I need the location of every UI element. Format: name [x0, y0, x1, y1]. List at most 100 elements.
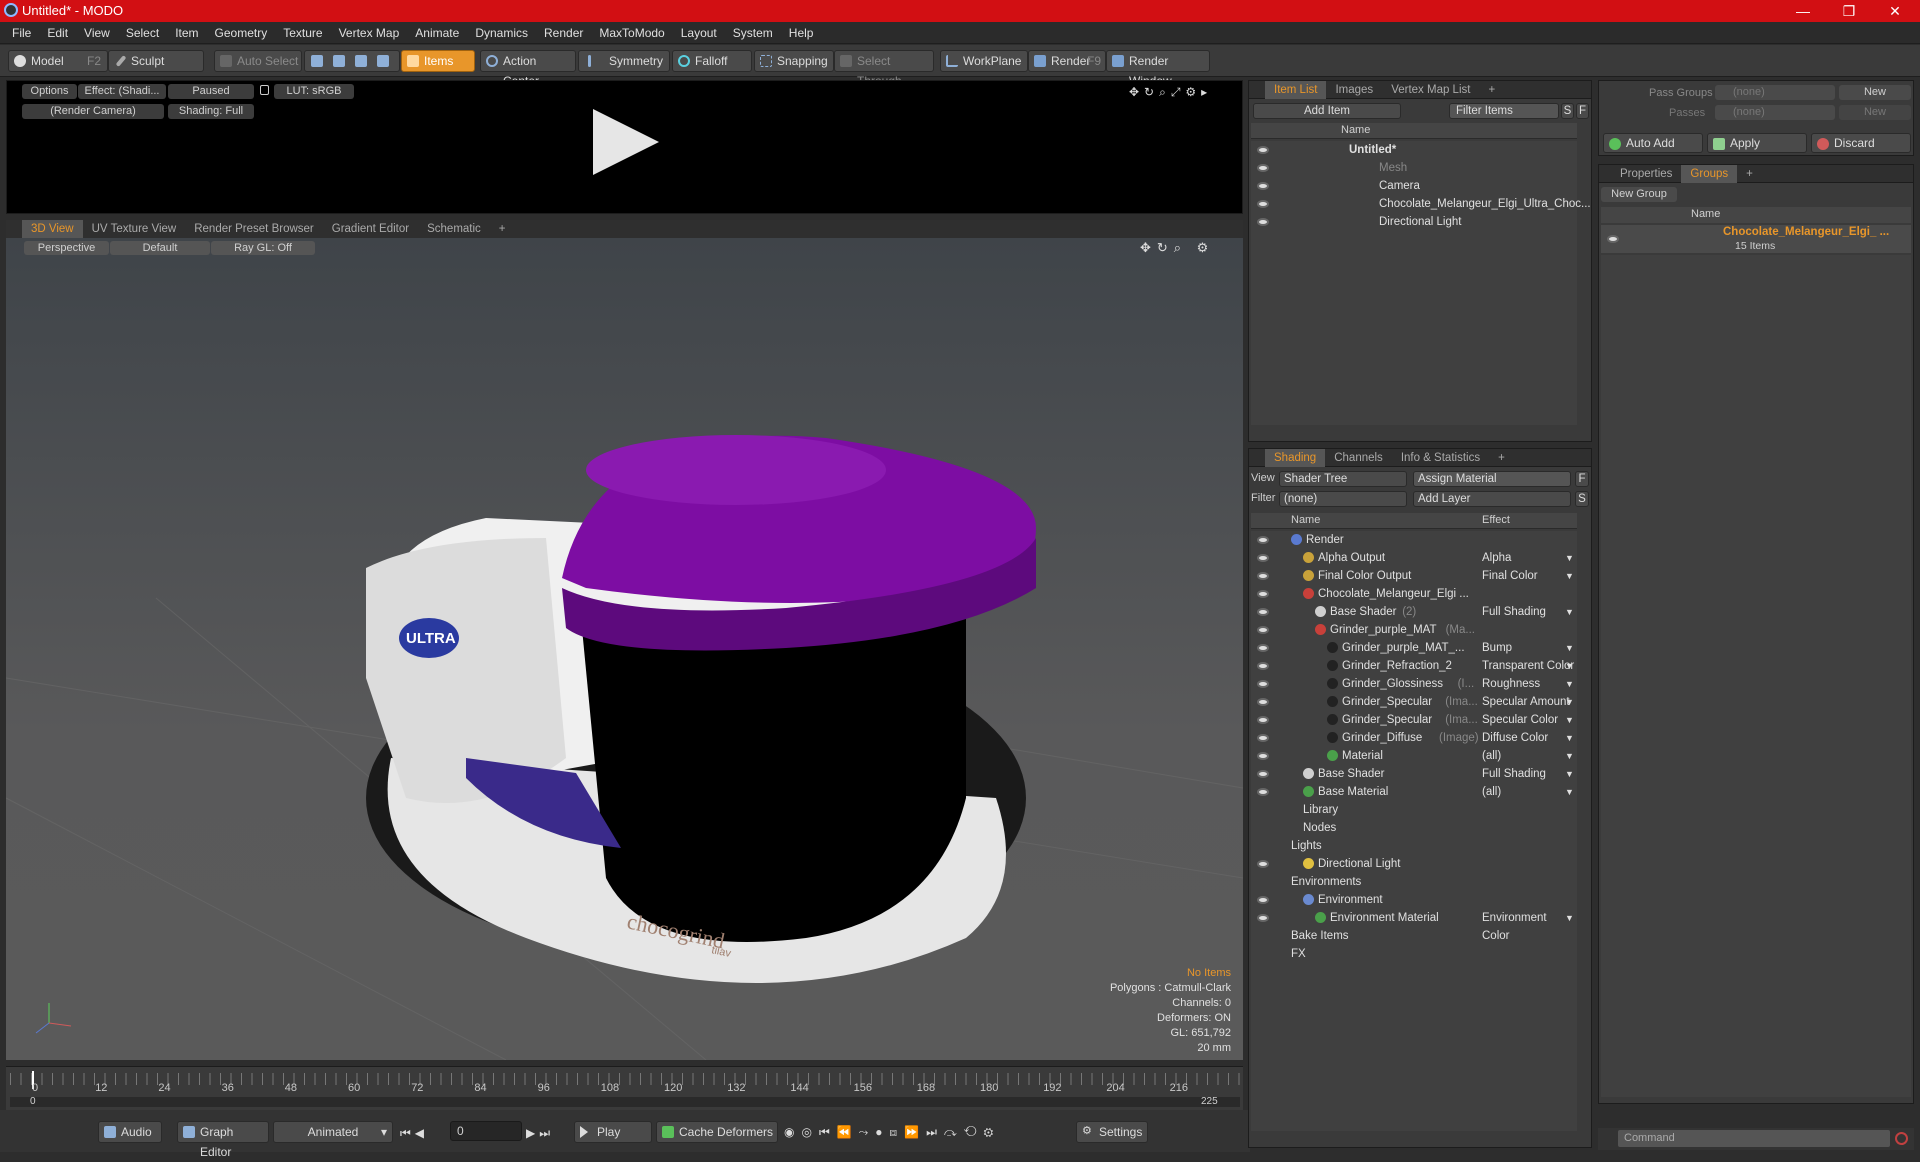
- tab-schematic[interactable]: Schematic: [418, 220, 490, 238]
- action-center-button[interactable]: Action Center: [480, 50, 576, 88]
- chevron-down-icon[interactable]: ▼: [1565, 657, 1574, 675]
- menu-maxtomodo[interactable]: MaxToModo: [591, 22, 672, 44]
- item-row-scene[interactable]: Untitled*: [1251, 141, 1577, 159]
- visibility-eye-icon[interactable]: [1257, 662, 1269, 670]
- visibility-eye-icon[interactable]: [1257, 788, 1269, 796]
- shader-tree-row[interactable]: Library: [1251, 801, 1577, 819]
- transport-back-icons[interactable]: ⏮◀︎: [400, 1126, 428, 1141]
- visibility-eye-icon[interactable]: [1257, 626, 1269, 634]
- item-row-camera[interactable]: Camera: [1251, 177, 1577, 195]
- add-layer-dropdown[interactable]: Add Layer: [1413, 491, 1571, 507]
- tab-uv-texture-view[interactable]: UV Texture View: [83, 220, 186, 238]
- preview-paused-toggle[interactable]: Paused: [168, 84, 254, 99]
- shader-layer-effect[interactable]: Diffuse Color: [1482, 729, 1548, 747]
- menu-vertex-map[interactable]: Vertex Map: [331, 22, 408, 44]
- chevron-down-icon[interactable]: ▼: [1565, 675, 1574, 693]
- chevron-down-icon[interactable]: ▼: [1565, 747, 1574, 765]
- transport-forward-icons[interactable]: ▶︎⏭: [526, 1126, 554, 1141]
- chevron-down-icon[interactable]: ▼: [1565, 765, 1574, 783]
- menu-geometry[interactable]: Geometry: [207, 22, 276, 44]
- add-tab-icon[interactable]: +: [490, 220, 515, 238]
- workplane-button[interactable]: WorkPlane: [940, 50, 1028, 72]
- tab-properties[interactable]: Properties: [1611, 165, 1681, 183]
- add-tab-icon[interactable]: +: [1737, 165, 1762, 183]
- visibility-eye-icon[interactable]: [1257, 200, 1269, 208]
- preview-view-controls-icon[interactable]: ✥↻⌕⤢⚙▸: [1129, 85, 1212, 100]
- key-tools-icons[interactable]: ◉◎⏮⏪⤳●⧈⏩⏭⤼⟲⚙: [784, 1125, 1000, 1140]
- chevron-down-icon[interactable]: ▼: [1565, 729, 1574, 747]
- tab-3d-view[interactable]: 3D View: [22, 220, 83, 238]
- chevron-down-icon[interactable]: ▼: [1565, 603, 1574, 621]
- chevron-down-icon[interactable]: ▼: [1565, 693, 1574, 711]
- filter-s-button[interactable]: S: [1561, 103, 1574, 119]
- menu-texture[interactable]: Texture: [275, 22, 330, 44]
- settings-button[interactable]: ⚙ Settings: [1076, 1121, 1148, 1143]
- preview-options-button[interactable]: Options: [22, 84, 77, 99]
- tab-info-statistics[interactable]: Info & Statistics: [1392, 449, 1489, 467]
- current-frame-field[interactable]: 0: [450, 1121, 522, 1141]
- 3d-viewport[interactable]: Perspective Default Ray GL: Off ✥↻⌕ ⚙ UL…: [6, 238, 1243, 1060]
- tab-gradient-editor[interactable]: Gradient Editor: [323, 220, 418, 238]
- symmetry-button[interactable]: Symmetry: [578, 50, 670, 72]
- shader-tree-row[interactable]: Material (all) ▼: [1251, 747, 1577, 765]
- snapping-button[interactable]: Snapping: [754, 50, 834, 72]
- shader-layer-effect[interactable]: Final Color: [1482, 567, 1538, 585]
- chevron-down-icon[interactable]: ▼: [1565, 711, 1574, 729]
- add-tab-icon[interactable]: +: [1479, 81, 1504, 99]
- render-camera-dropdown[interactable]: (Render Camera): [22, 104, 164, 119]
- shader-tree-row[interactable]: Alpha Output Alpha ▼: [1251, 549, 1577, 567]
- visibility-eye-icon[interactable]: [1257, 770, 1269, 778]
- new-pass-group-button[interactable]: New: [1839, 85, 1911, 100]
- new-group-button[interactable]: New Group: [1601, 187, 1677, 202]
- chevron-down-icon[interactable]: ▼: [1565, 549, 1574, 567]
- visibility-eye-icon[interactable]: [1257, 164, 1269, 172]
- shader-tree-dropdown[interactable]: Shader Tree: [1279, 471, 1407, 487]
- tab-render-preset-browser[interactable]: Render Preset Browser: [185, 220, 323, 238]
- chevron-down-icon[interactable]: ▼: [1565, 639, 1574, 657]
- menu-item[interactable]: Item: [167, 22, 206, 44]
- timeline-range-bar[interactable]: [10, 1097, 1240, 1107]
- lut-dropdown[interactable]: LUT: sRGB: [274, 84, 354, 99]
- menu-render[interactable]: Render: [536, 22, 591, 44]
- play-button[interactable]: Play: [574, 1121, 652, 1143]
- item-row-directional-light[interactable]: Directional Light: [1251, 213, 1577, 231]
- visibility-eye-icon[interactable]: [1257, 218, 1269, 226]
- animated-dropdown[interactable]: Animated ▾: [273, 1121, 393, 1143]
- graph-editor-button[interactable]: Graph Editor: [177, 1121, 269, 1159]
- tab-vertex-map-list[interactable]: Vertex Map List: [1382, 81, 1479, 99]
- visibility-eye-icon[interactable]: [1257, 752, 1269, 760]
- menu-file[interactable]: File: [0, 22, 39, 44]
- auto-select-button[interactable]: Auto Select: [214, 50, 302, 72]
- effect-column-header[interactable]: Effect: [1482, 514, 1510, 526]
- filter-dropdown[interactable]: (none): [1279, 491, 1407, 507]
- shader-tree-row[interactable]: Base Shader Full Shading ▼: [1251, 765, 1577, 783]
- command-history-icon[interactable]: [1895, 1132, 1908, 1145]
- select-through-button[interactable]: Select Through: [834, 50, 934, 88]
- shader-layer-effect[interactable]: Transparent Color: [1482, 657, 1574, 675]
- menu-select[interactable]: Select: [118, 22, 167, 44]
- shader-layer-effect[interactable]: (all): [1482, 783, 1501, 801]
- group-row[interactable]: Chocolate_Melangeur_Elgi_ ... 15 Items: [1601, 225, 1911, 253]
- render-window-button[interactable]: Render Window: [1106, 50, 1210, 88]
- audio-button[interactable]: Audio: [98, 1121, 162, 1143]
- assign-material-input[interactable]: Assign Material: [1413, 471, 1571, 487]
- auto-add-button[interactable]: Auto Add: [1603, 133, 1703, 153]
- shader-tree-row[interactable]: Chocolate_Melangeur_Elgi ...: [1251, 585, 1577, 603]
- shader-tree-row[interactable]: Bake Items: [1251, 927, 1577, 945]
- tab-images[interactable]: Images: [1326, 81, 1382, 99]
- visibility-eye-icon[interactable]: [1257, 644, 1269, 652]
- shader-layer-effect[interactable]: Specular Color: [1482, 711, 1558, 729]
- falloff-button[interactable]: Falloff: [672, 50, 752, 72]
- shader-layer-effect[interactable]: Full Shading: [1482, 603, 1546, 621]
- chevron-down-icon[interactable]: ▼: [1565, 783, 1574, 801]
- tab-shading[interactable]: Shading: [1265, 449, 1326, 467]
- render-button[interactable]: Render F9: [1028, 50, 1106, 72]
- shader-tree-row[interactable]: Grinder_Specular (Ima... Specular Amount ▼: [1251, 693, 1577, 711]
- visibility-eye-icon[interactable]: [1257, 698, 1269, 706]
- shading-s-button[interactable]: S: [1575, 491, 1589, 507]
- item-row-mesh[interactable]: Mesh: [1251, 159, 1577, 177]
- pass-groups-dropdown[interactable]: (none): [1715, 85, 1835, 100]
- shader-layer-effect[interactable]: Specular Amount: [1482, 693, 1570, 711]
- menu-layout[interactable]: Layout: [673, 22, 725, 44]
- shader-tree-row[interactable]: Grinder_Refraction_2 Transparent Color ▼: [1251, 657, 1577, 675]
